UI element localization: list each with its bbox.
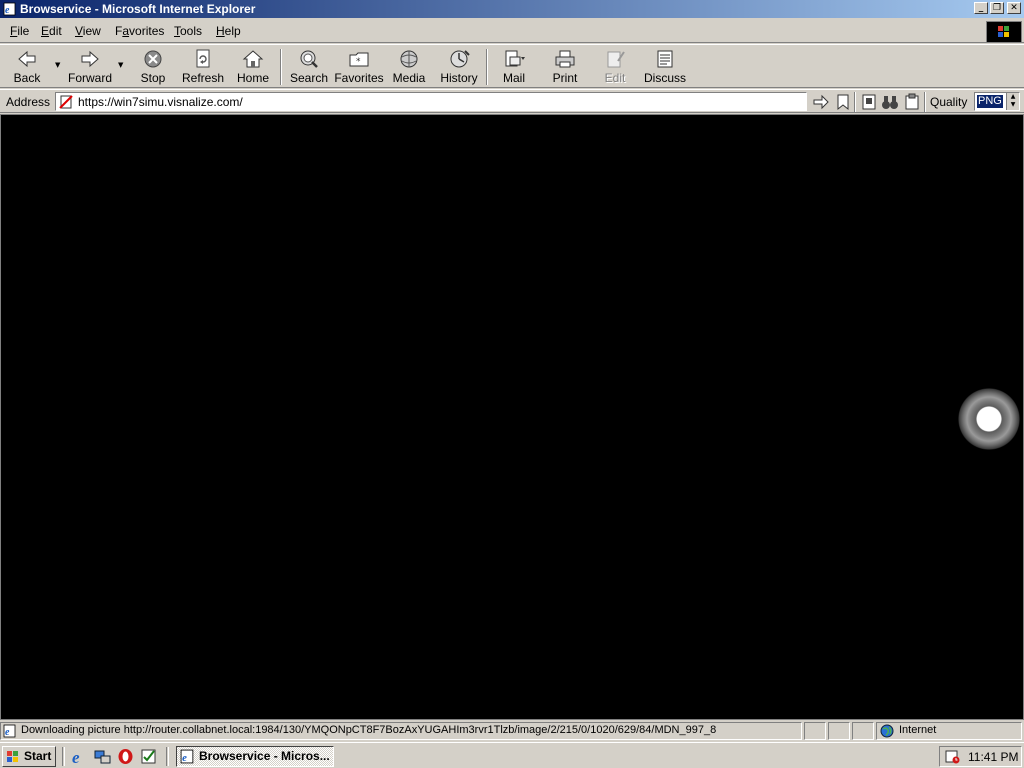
browser-viewport[interactable]	[0, 114, 1024, 720]
discuss-button[interactable]: Discuss	[642, 47, 688, 87]
menu-help[interactable]: Help	[216, 24, 241, 38]
restore-button[interactable]: ❐	[990, 2, 1004, 14]
menu-bar: File Edit View Favorites Tools Help	[0, 19, 1024, 43]
taskbar-window-browservice[interactable]: e Browservice - Micros...	[176, 746, 334, 767]
home-icon	[242, 50, 264, 68]
print-button[interactable]: Print	[546, 47, 584, 87]
refresh-icon	[196, 49, 210, 68]
internet-explorer-icon[interactable]: e	[71, 748, 88, 765]
menu-edit[interactable]: Edit	[41, 24, 62, 38]
toolbar-separator	[486, 49, 488, 85]
mail-button[interactable]: Mail	[494, 47, 534, 87]
quality-value: PNG	[977, 95, 1003, 108]
svg-text:e: e	[182, 752, 187, 764]
bookmark-icon[interactable]	[834, 93, 852, 111]
clock[interactable]: 11:41 PM	[968, 750, 1018, 764]
history-button[interactable]: History	[438, 47, 480, 87]
quicklaunch-separator	[166, 747, 169, 766]
favorites-button[interactable]: * Favorites	[334, 47, 384, 87]
status-text-pane: e Downloading picture http://router.coll…	[0, 722, 802, 740]
svg-text:e: e	[72, 748, 80, 765]
refresh-button[interactable]: Refresh	[180, 47, 226, 87]
back-arrow-icon	[18, 50, 36, 68]
search-button[interactable]: Search	[288, 47, 330, 87]
ie-page-icon: e	[3, 724, 16, 738]
toolbar-separator	[280, 49, 282, 85]
opera-icon[interactable]	[117, 748, 134, 765]
back-button[interactable]: Back	[6, 47, 48, 87]
windows-flag-icon	[7, 751, 18, 762]
zone-label: Internet	[899, 724, 937, 736]
status-text: Downloading picture http://router.collab…	[21, 724, 717, 736]
checklist-icon[interactable]	[140, 748, 157, 765]
media-button[interactable]: Media	[390, 47, 428, 87]
menu-file[interactable]: File	[10, 24, 29, 38]
status-bar: e Downloading picture http://router.coll…	[0, 721, 1024, 741]
search-globe-icon	[300, 50, 318, 68]
quality-label: Quality	[930, 95, 968, 109]
scheduler-icon[interactable]	[945, 749, 960, 764]
svg-text:e: e	[5, 727, 10, 738]
discuss-icon	[657, 50, 673, 68]
svg-text:e: e	[5, 5, 10, 16]
home-button[interactable]: Home	[234, 47, 272, 87]
printer-icon	[555, 50, 575, 68]
address-bar: Address https://win7simu.visnalize.com/ …	[0, 89, 1024, 113]
start-button[interactable]: Start	[2, 746, 56, 767]
stop-button[interactable]: Stop	[134, 47, 172, 87]
status-pane	[804, 722, 826, 740]
address-separator	[854, 92, 856, 112]
status-pane	[852, 722, 874, 740]
address-separator	[924, 92, 926, 112]
mail-icon	[505, 50, 525, 67]
binoculars-icon[interactable]	[881, 93, 899, 111]
svg-text:*: *	[356, 57, 361, 67]
address-input[interactable]: https://win7simu.visnalize.com/	[55, 92, 807, 111]
media-globe-icon	[400, 50, 418, 68]
windows-flag-icon	[998, 26, 1009, 37]
network-icon[interactable]	[94, 748, 111, 765]
insecure-page-icon	[59, 95, 73, 109]
quality-spinner[interactable]: ▲ ▼	[1006, 93, 1019, 110]
address-label: Address	[6, 95, 51, 109]
edit-button[interactable]: Edit	[596, 47, 634, 87]
address-url: https://win7simu.visnalize.com/	[78, 95, 243, 109]
window-title: Browservice - Microsoft Internet Explore…	[20, 2, 256, 16]
system-tray: 11:41 PM	[939, 746, 1022, 767]
status-zone-pane: Internet	[876, 722, 1022, 740]
history-icon	[450, 50, 470, 68]
forward-dropdown-arrow[interactable]: ▼	[118, 61, 123, 69]
stop-icon	[144, 50, 162, 68]
quality-select[interactable]: PNG ▲ ▼	[974, 92, 1020, 111]
status-pane	[828, 722, 850, 740]
standard-toolbar: Back ▼ Forward ▼ Stop Refresh Home Searc…	[0, 44, 1024, 88]
clipboard-icon[interactable]	[903, 93, 921, 111]
floating-home-button[interactable]	[958, 388, 1020, 450]
ie-page-icon: e	[180, 749, 194, 764]
minimize-button[interactable]: _	[974, 2, 988, 14]
internet-globe-icon	[880, 724, 894, 738]
menu-view[interactable]: View	[75, 24, 101, 38]
favorites-folder-icon: *	[349, 52, 369, 67]
book-icon[interactable]	[860, 93, 878, 111]
menu-tools[interactable]: Tools	[174, 24, 202, 38]
edit-page-icon	[607, 51, 625, 68]
ie-page-icon: e	[3, 2, 16, 16]
forward-arrow-icon	[81, 50, 99, 68]
go-arrow-icon[interactable]	[812, 93, 830, 111]
menu-favorites[interactable]: Favorites	[115, 24, 164, 38]
close-button[interactable]: ✕	[1007, 2, 1021, 14]
forward-button[interactable]: Forward	[66, 47, 114, 87]
taskbar: Start e e Browservice - Micros... 11:41 …	[0, 742, 1024, 768]
quicklaunch-separator	[62, 747, 65, 766]
back-dropdown-arrow[interactable]: ▼	[55, 61, 60, 69]
windows-logo-throbber	[986, 21, 1022, 43]
title-bar[interactable]: e Browservice - Microsoft Internet Explo…	[0, 0, 1024, 18]
